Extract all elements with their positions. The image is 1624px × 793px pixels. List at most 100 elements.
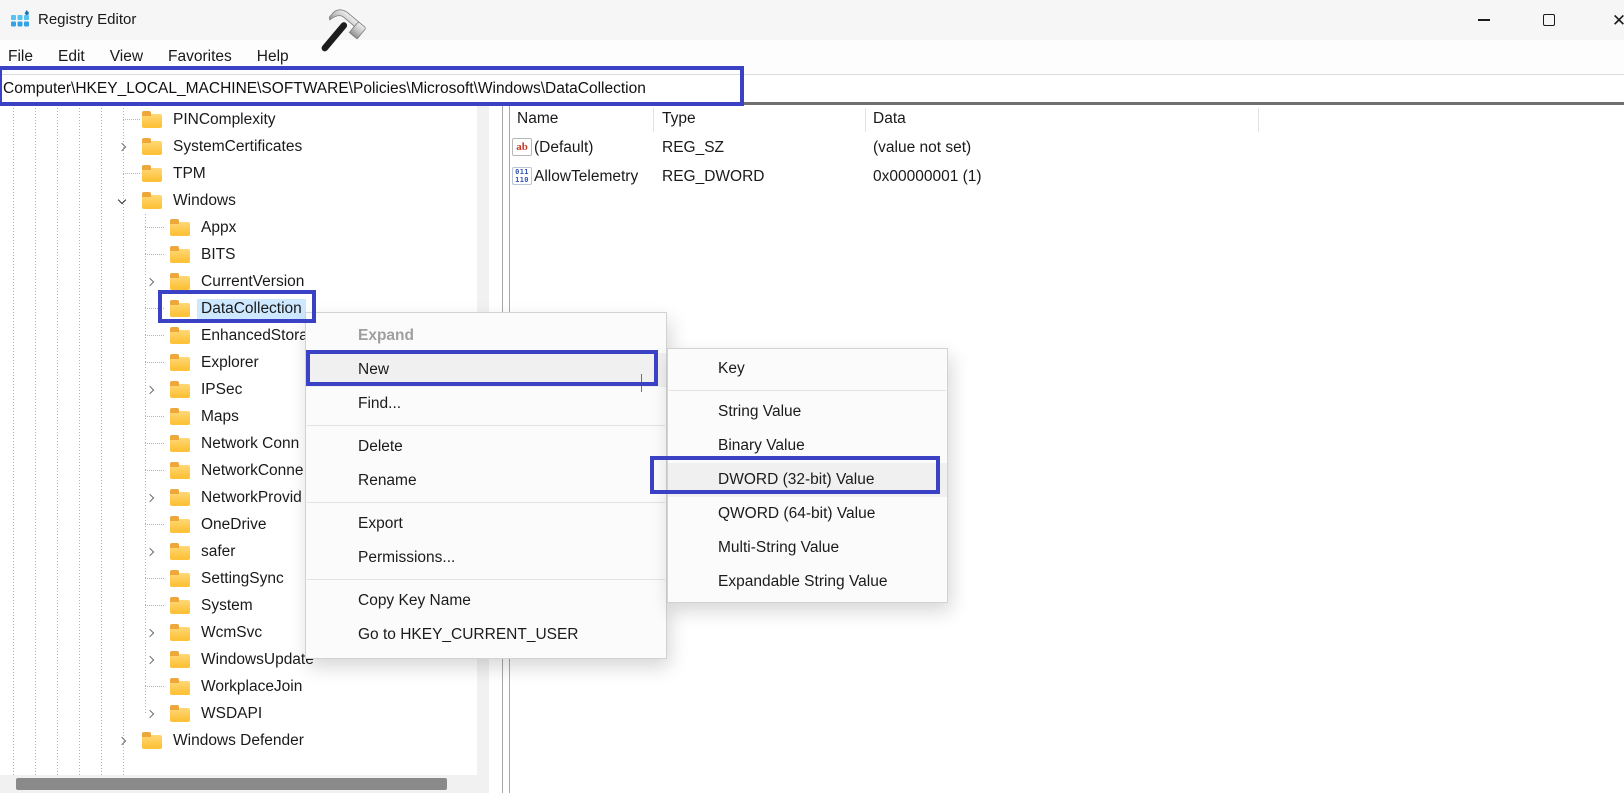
tree-horizontal-scrollbar[interactable] xyxy=(0,775,477,793)
chevron-right-icon[interactable] xyxy=(144,630,170,636)
column-header-data[interactable]: Data xyxy=(873,105,906,133)
menu-item-label: Go to HKEY_CURRENT_USER xyxy=(358,626,579,643)
context-menu-item-go-to-hkey-current-user[interactable]: Go to HKEY_CURRENT_USER xyxy=(306,618,666,652)
tree-connector xyxy=(144,686,170,687)
menu-view[interactable]: View xyxy=(110,48,143,66)
menu-file[interactable]: File xyxy=(8,48,33,66)
column-divider[interactable] xyxy=(1258,108,1259,132)
close-button[interactable]: ✕ xyxy=(1596,0,1624,40)
folder-icon xyxy=(170,357,190,371)
menu-item-label: Export xyxy=(358,515,403,532)
menu-favorites[interactable]: Favorites xyxy=(168,48,232,66)
tree-item-pincomplexity[interactable]: PINComplexity xyxy=(0,106,477,133)
folder-icon xyxy=(142,114,162,128)
menu-item-label: Expandable String Value xyxy=(718,573,887,590)
context-menu-item-copy-key-name[interactable]: Copy Key Name xyxy=(306,584,666,618)
tree-item-label: PINComplexity xyxy=(169,110,280,130)
string-value-icon: ab xyxy=(512,138,532,156)
address-bar[interactable]: Computer\HKEY_LOCAL_MACHINE\SOFTWARE\Pol… xyxy=(0,74,1624,102)
context-menu-item-permissions[interactable]: Permissions... xyxy=(306,541,666,575)
tree-item-workplacejoin[interactable]: WorkplaceJoin xyxy=(0,673,477,700)
tree-item-label: CurrentVersion xyxy=(197,272,308,292)
context-menu: ExpandNewFind...DeleteRenameExportPermis… xyxy=(305,312,667,659)
folder-icon xyxy=(170,384,190,398)
submenu-item-expandable-string-value[interactable]: Expandable String Value xyxy=(668,565,947,599)
menu-item-label: Binary Value xyxy=(718,437,805,454)
tree-item-appx[interactable]: Appx xyxy=(0,214,477,241)
menu-item-label: Rename xyxy=(358,472,417,489)
tree-item-label: OneDrive xyxy=(197,515,270,535)
tree-connector xyxy=(144,605,170,606)
folder-icon xyxy=(170,411,190,425)
chevron-right-icon[interactable] xyxy=(144,279,170,285)
tree-item-windows-defender[interactable]: Windows Defender xyxy=(0,727,477,754)
chevron-right-icon[interactable] xyxy=(116,738,142,744)
tree-item-label: SettingSync xyxy=(197,569,288,589)
submenu-item-multi-string-value[interactable]: Multi-String Value xyxy=(668,531,947,565)
hammer-cursor-icon xyxy=(310,4,366,65)
tree-item-systemcertificates[interactable]: SystemCertificates xyxy=(0,133,477,160)
chevron-right-icon[interactable] xyxy=(144,387,170,393)
tree-item-currentversion[interactable]: CurrentVersion xyxy=(0,268,477,295)
menu-item-label: Find... xyxy=(358,395,401,412)
context-menu-item-new[interactable]: New xyxy=(306,353,666,387)
submenu-item-binary-value[interactable]: Binary Value xyxy=(668,429,947,463)
chevron-right-icon[interactable] xyxy=(144,711,170,717)
tree-item-label: System xyxy=(197,596,257,616)
value-data: 0x00000001 (1) xyxy=(873,162,982,191)
value-name: (Default) xyxy=(534,133,593,162)
menu-bar: File Edit View Favorites Help xyxy=(0,40,1624,74)
tree-connector xyxy=(116,173,142,174)
scrollbar-thumb[interactable] xyxy=(16,778,447,790)
menu-item-label: Key xyxy=(718,360,745,377)
maximize-button[interactable] xyxy=(1526,0,1572,40)
tree-item-tpm[interactable]: TPM xyxy=(0,160,477,187)
registry-value-row[interactable]: 011 110AllowTelemetryREG_DWORD0x00000001… xyxy=(510,162,1624,191)
folder-icon xyxy=(170,573,190,587)
column-header-name[interactable]: Name xyxy=(517,105,558,133)
chevron-down-icon[interactable] xyxy=(116,199,142,203)
tree-item-windows[interactable]: Windows xyxy=(0,187,477,214)
tree-connector xyxy=(144,578,170,579)
menu-edit[interactable]: Edit xyxy=(58,48,85,66)
submenu-item-string-value[interactable]: String Value xyxy=(668,395,947,429)
column-divider[interactable] xyxy=(865,108,866,132)
menu-help[interactable]: Help xyxy=(257,48,289,66)
close-icon: ✕ xyxy=(1612,12,1624,29)
folder-icon xyxy=(170,708,190,722)
folder-icon xyxy=(170,546,190,560)
chevron-right-icon[interactable] xyxy=(144,657,170,663)
tree-item-bits[interactable]: BITS xyxy=(0,241,477,268)
submenu-item-key[interactable]: Key xyxy=(668,352,947,386)
tree-item-label: WSDAPI xyxy=(197,704,266,724)
context-menu-item-rename[interactable]: Rename xyxy=(306,464,666,498)
submenu-item-qword-64-bit-value[interactable]: QWORD (64-bit) Value xyxy=(668,497,947,531)
menu-item-label: String Value xyxy=(718,403,801,420)
tree-item-wsdapi[interactable]: WSDAPI xyxy=(0,700,477,727)
column-header-type[interactable]: Type xyxy=(662,105,696,133)
tree-item-label: Windows xyxy=(169,191,240,211)
tree-item-label: SystemCertificates xyxy=(169,137,306,157)
tree-connector xyxy=(144,470,170,471)
submenu-item-dword-32-bit-value[interactable]: DWORD (32-bit) Value xyxy=(668,463,947,497)
chevron-right-icon[interactable] xyxy=(116,144,142,150)
context-menu-item-delete[interactable]: Delete xyxy=(306,430,666,464)
column-divider[interactable] xyxy=(653,108,654,132)
dword-value-icon: 011 110 xyxy=(512,167,532,185)
minimize-icon xyxy=(1478,19,1490,21)
folder-icon xyxy=(142,141,162,155)
minimize-button[interactable] xyxy=(1461,0,1507,40)
context-menu-item-export[interactable]: Export xyxy=(306,507,666,541)
folder-icon xyxy=(170,222,190,236)
value-type: REG_SZ xyxy=(662,133,724,162)
folder-icon xyxy=(142,195,162,209)
context-menu-item-find[interactable]: Find... xyxy=(306,387,666,421)
chevron-right-icon[interactable] xyxy=(144,495,170,501)
registry-value-row[interactable]: ab(Default)REG_SZ(value not set) xyxy=(510,133,1624,162)
chevron-right-icon[interactable] xyxy=(144,549,170,555)
folder-icon xyxy=(170,249,190,263)
tree-item-label: Maps xyxy=(197,407,243,427)
menu-item-label: Permissions... xyxy=(358,549,455,566)
menu-item-label: Delete xyxy=(358,438,403,455)
menu-item-label: DWORD (32-bit) Value xyxy=(718,471,874,488)
